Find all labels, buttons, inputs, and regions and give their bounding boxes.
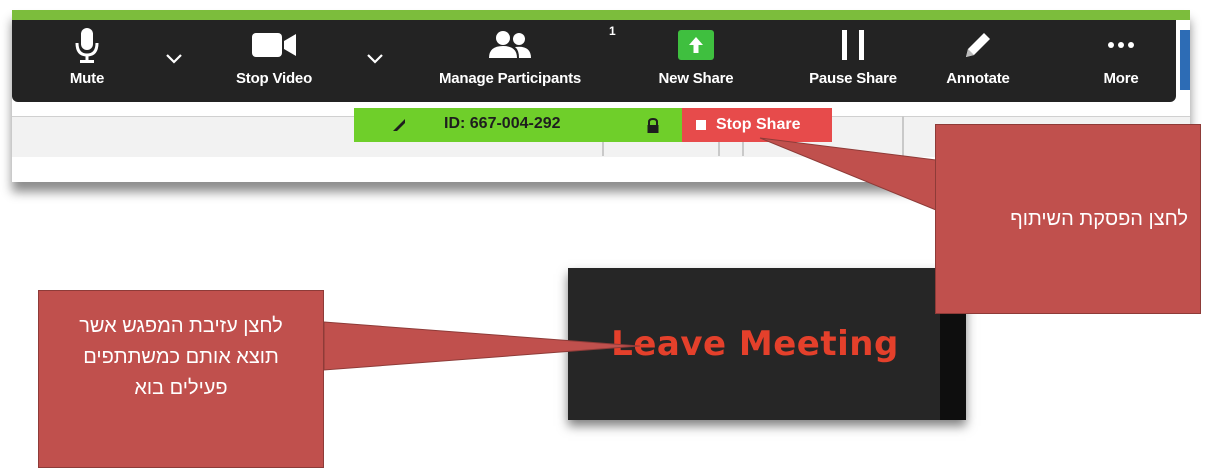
stop-share-callout: לחצן הפסקת השיתוף bbox=[935, 124, 1201, 314]
leave-meeting-callout: לחצן עזיבת המפגש אשר תוצא אותם כמשתתפים … bbox=[38, 290, 324, 468]
leave-meeting-callout-text: לחצן עזיבת המפגש אשר תוצא אותם כמשתתפים … bbox=[79, 315, 283, 399]
stop-share-callout-text: לחצן הפסקת השיתוף bbox=[1010, 207, 1188, 230]
